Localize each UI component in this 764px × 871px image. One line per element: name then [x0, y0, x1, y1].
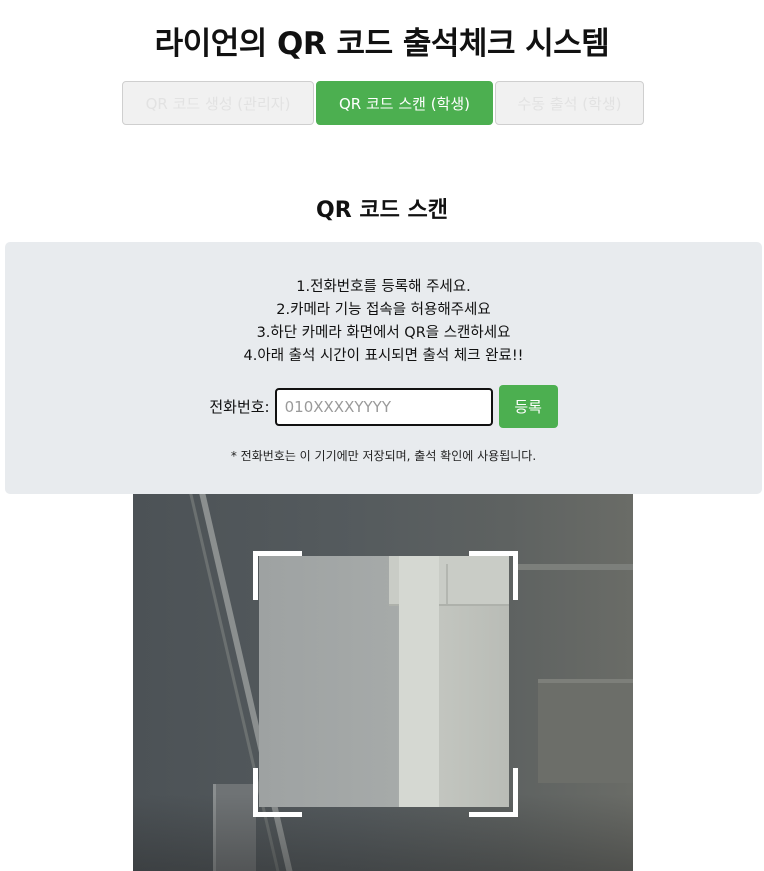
instruction-step-2: 2.카메라 기능 접속을 허용해주세요 [276, 302, 491, 318]
camera-scene-ledge [518, 564, 633, 570]
page: 라이언의 QR 코드 출석체크 시스템 QR 코드 생성 (관리자) QR 코드… [0, 0, 764, 871]
storage-note: * 전화번호는 이 기기에만 저장되며, 출석 확인에 사용됩니다. [230, 449, 537, 463]
section-title: QR 코드 스캔 [316, 198, 448, 223]
tab-manual-attendance-student[interactable]: 수동 출석 (학생) [495, 81, 644, 125]
instruction-step-4: 4.아래 출석 시간이 표시되면 출석 체크 완료!! [243, 348, 524, 364]
scan-corner-bottom-right [469, 768, 518, 817]
scan-corner-top-left [253, 551, 302, 600]
camera-scene-line [446, 564, 448, 604]
scan-corner-bottom-left [253, 768, 302, 817]
instruction-panel: 1.전화번호를 등록해 주세요. 2.카메라 기능 접속을 허용해주세요 3.하… [5, 242, 762, 494]
register-button[interactable]: 등록 [498, 385, 558, 428]
instruction-list: 1.전화번호를 등록해 주세요. 2.카메라 기능 접속을 허용해주세요 3.하… [5, 276, 762, 368]
instruction-step-3: 3.하단 카메라 화면에서 QR을 스캔하세요 [256, 325, 511, 341]
tab-qr-scan-student[interactable]: QR 코드 스캔 (학생) [316, 81, 493, 125]
camera-preview[interactable] [133, 494, 633, 871]
phone-form: 전화번호: 등록 [5, 385, 762, 428]
camera-scene-box [538, 679, 633, 783]
instruction-step-1: 1.전화번호를 등록해 주세요. [296, 279, 471, 295]
page-title: 라이언의 QR 코드 출석체크 시스템 [154, 26, 610, 62]
phone-label: 전화번호: [209, 398, 270, 416]
camera-scene-beam [399, 556, 439, 807]
phone-input[interactable] [274, 387, 493, 426]
tab-bar: QR 코드 생성 (관리자) QR 코드 스캔 (학생) 수동 출석 (학생) [122, 81, 644, 125]
scan-corner-top-right [469, 551, 518, 600]
tab-qr-generate-admin[interactable]: QR 코드 생성 (관리자) [122, 81, 314, 125]
